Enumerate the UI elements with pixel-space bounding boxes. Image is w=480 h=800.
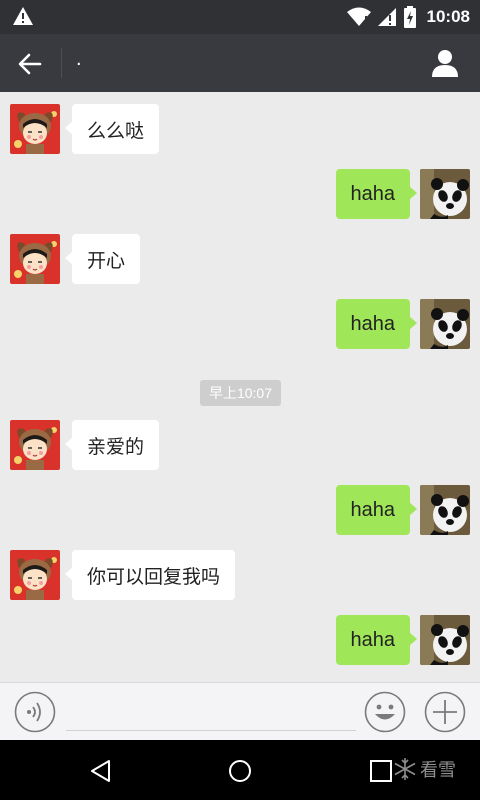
- panda-avatar[interactable]: [420, 299, 470, 349]
- warning-icon: [13, 7, 33, 25]
- battery-charging-icon: [403, 6, 416, 28]
- wifi-icon: [346, 7, 371, 26]
- sent-message: haha: [0, 169, 480, 221]
- plus-icon[interactable]: [424, 691, 466, 733]
- message-bubble[interactable]: 开心: [64, 234, 141, 284]
- panda-avatar[interactable]: [420, 615, 470, 665]
- timestamp: 早上10:07: [200, 380, 281, 406]
- signal-icon: [377, 8, 396, 26]
- cartoon-girl-avatar[interactable]: [10, 420, 60, 470]
- watermark: 看雪: [392, 756, 456, 782]
- nav-recents-icon[interactable]: [368, 758, 394, 784]
- message-bubble[interactable]: haha: [335, 169, 417, 219]
- message-bubble[interactable]: haha: [335, 299, 417, 349]
- cartoon-girl-avatar[interactable]: [10, 550, 60, 600]
- received-message: 亲爱的: [0, 420, 480, 472]
- chat-title: .: [76, 48, 82, 70]
- app-bar: .: [0, 34, 480, 92]
- nav-back-icon[interactable]: [88, 758, 114, 784]
- sent-message: haha: [0, 299, 480, 351]
- received-message: 你可以回复我吗: [0, 550, 480, 602]
- panda-avatar[interactable]: [420, 169, 470, 219]
- message-bubble[interactable]: 么么哒: [64, 104, 160, 154]
- panda-avatar[interactable]: [420, 485, 470, 535]
- emoji-icon[interactable]: [364, 691, 406, 733]
- message-bubble[interactable]: haha: [335, 485, 417, 535]
- cartoon-girl-avatar[interactable]: [10, 104, 60, 154]
- snowflake-icon: [394, 758, 416, 780]
- status-time: 10:08: [426, 7, 470, 26]
- nav-home-icon[interactable]: [227, 758, 253, 784]
- input-bar: [0, 682, 480, 740]
- message-bubble[interactable]: haha: [335, 615, 417, 665]
- received-message: 么么哒: [0, 104, 480, 156]
- sent-message: haha: [0, 485, 480, 537]
- message-bubble[interactable]: 亲爱的: [64, 420, 160, 470]
- message-input[interactable]: [66, 695, 356, 731]
- profile-icon[interactable]: [430, 48, 460, 78]
- header-divider: [61, 48, 62, 78]
- voice-icon[interactable]: [14, 691, 56, 733]
- status-bar: 10:08: [0, 0, 480, 34]
- watermark-text: 看雪: [420, 760, 456, 781]
- cartoon-girl-avatar[interactable]: [10, 234, 60, 284]
- chat-area[interactable]: 么么哒 haha 开心 haha 亲爱的 haha 你可以回复我吗 haha 早上10:07: [0, 92, 480, 682]
- received-message: 开心: [0, 234, 480, 286]
- system-nav-bar: 看雪: [0, 740, 480, 800]
- message-bubble[interactable]: 你可以回复我吗: [64, 550, 236, 600]
- sent-message: haha: [0, 615, 480, 667]
- back-arrow-icon[interactable]: [16, 50, 44, 78]
